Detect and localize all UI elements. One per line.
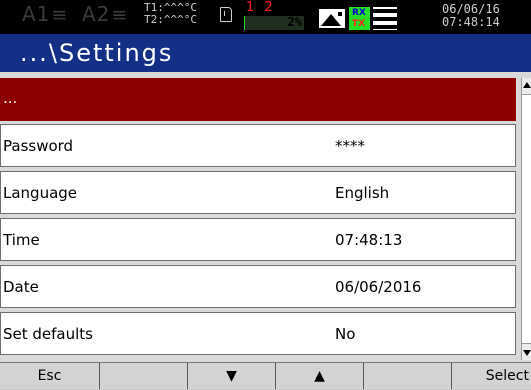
temperature-readout: T1:^^^°C T2:^^^°C (144, 2, 197, 26)
menu-item-label: Password (3, 137, 74, 155)
menu-item-label: Time (3, 231, 40, 249)
menu-item-label: Date (3, 278, 39, 296)
menu-item-label: ... (3, 89, 18, 107)
menu-item-password[interactable]: Password **** (0, 124, 516, 167)
temp-2: T2:^^^°C (144, 13, 197, 26)
scroll-up-icon[interactable] (522, 78, 531, 92)
channel-numbers: 1 2 (246, 0, 276, 15)
menu-item-value: **** (335, 137, 365, 155)
esc-button[interactable]: Esc (0, 363, 100, 389)
down-arrow-button[interactable]: ▼ (188, 363, 276, 389)
device-icon (373, 7, 397, 30)
menu-item-label: Set defaults (3, 325, 93, 343)
status-time: 07:48:14 (442, 15, 500, 29)
up-arrow-button[interactable]: ▲ (276, 363, 364, 389)
title-bar: ...\Settings (0, 34, 531, 72)
menu-item-time[interactable]: Time 07:48:13 (0, 218, 516, 261)
rx-tx-icon: RX TX (349, 7, 370, 30)
status-bar: A1≡ A2≡ T1:^^^°C T2:^^^°C 1 2 2% RX TX 0… (0, 0, 531, 34)
softkey-bar: Esc ▼ ▲ Select (0, 362, 531, 390)
alarm-1-icon: ≡ (51, 4, 69, 26)
menu-item-up[interactable]: ... (0, 78, 516, 121)
softkey-5-button[interactable] (364, 363, 452, 389)
menu-item-value: 07:48:13 (335, 231, 403, 249)
alarm-2-indicator: A2≡ (82, 2, 128, 26)
scroll-thumb[interactable] (522, 94, 531, 344)
page-title: ...\Settings (20, 39, 174, 67)
rx-label: RX (352, 8, 366, 18)
alarm-1-indicator: A1≡ (22, 2, 68, 26)
select-button[interactable]: Select (452, 363, 531, 389)
menu-item-value: English (335, 184, 390, 202)
graph-icon (319, 9, 345, 28)
battery-fill (244, 16, 246, 30)
scrollbar[interactable] (521, 78, 531, 360)
tx-label: TX (352, 19, 366, 29)
battery-percent: 2% (287, 15, 302, 29)
alarm-1-label: A1 (22, 2, 51, 26)
sd-card-icon (220, 7, 232, 22)
alarm-2-icon: ≡ (111, 4, 129, 26)
menu-item-value: No (335, 325, 356, 343)
datetime-display: 06/06/16 07:48:14 (442, 3, 500, 29)
menu-item-language[interactable]: Language English (0, 171, 516, 214)
menu-item-label: Language (3, 184, 78, 202)
alarm-2-label: A2 (82, 2, 111, 26)
menu-item-value: 06/06/2016 (335, 278, 422, 296)
softkey-2-button[interactable] (100, 363, 188, 389)
menu-item-date[interactable]: Date 06/06/2016 (0, 265, 516, 308)
scroll-down-icon[interactable] (522, 346, 531, 360)
battery-gauge: 2% (244, 15, 304, 30)
menu-item-set-defaults[interactable]: Set defaults No (0, 312, 516, 355)
